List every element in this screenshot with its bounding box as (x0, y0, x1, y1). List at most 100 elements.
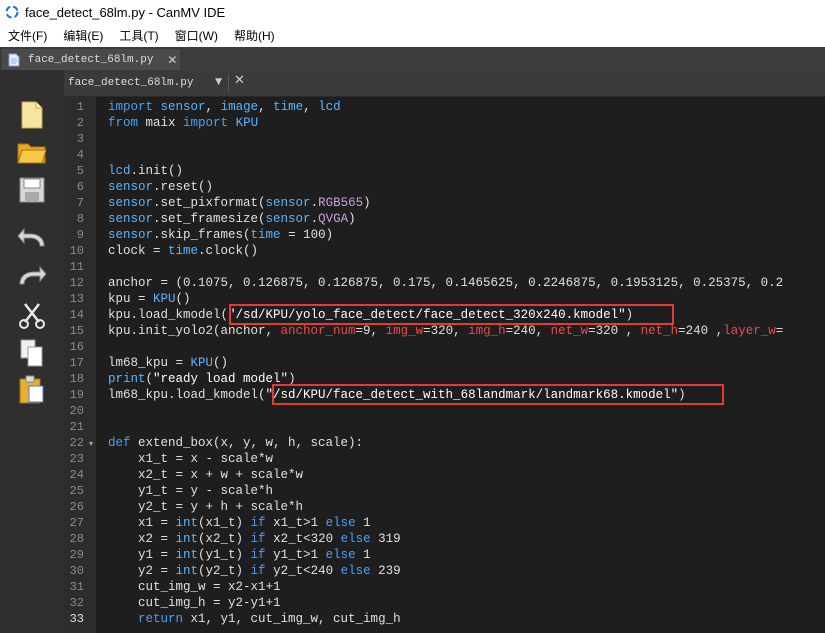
file-tab-bar: face_detect_68lm.py ✕ (0, 47, 825, 70)
line-number: 5 (76, 164, 84, 178)
fold-arrow-icon[interactable]: ▾ (89, 439, 93, 448)
code-line[interactable]: anchor = (0.1075, 0.126875, 0.126875, 0.… (108, 275, 783, 291)
line-number: 23 (69, 452, 84, 466)
code-line[interactable]: cut_img_h = y2-y1+1 (108, 595, 281, 611)
line-number: 4 (76, 148, 84, 162)
document-selector[interactable]: face_detect_68lm.py ▼ (68, 73, 224, 93)
code-line[interactable]: x1 = int(x1_t) if x1_t>1 else 1 (108, 515, 371, 531)
file-tab[interactable]: face_detect_68lm.py ✕ (2, 49, 180, 70)
line-number: 21 (69, 420, 84, 434)
redo-icon (19, 265, 47, 285)
code-line[interactable]: print("ready load model") (108, 371, 296, 387)
line-number: 18 (69, 372, 84, 386)
title-bar: face_detect_68lm.py - CanMV IDE (0, 0, 825, 24)
menu-help[interactable]: 帮助(H) (226, 27, 283, 44)
close-icon[interactable]: ✕ (167, 53, 177, 67)
line-number: 11 (69, 260, 84, 274)
line-number: 14 (69, 308, 84, 322)
line-number: 10 (69, 244, 84, 258)
line-number: 27 (69, 516, 84, 530)
menu-bar: 文件(F) 编辑(E) 工具(T) 窗口(W) 帮助(H) (0, 24, 825, 47)
open-file-button[interactable] (13, 134, 51, 168)
cut-button[interactable] (13, 298, 51, 332)
line-number: 16 (69, 340, 84, 354)
code-line[interactable]: sensor.skip_frames(time = 100) (108, 227, 333, 243)
window-title: face_detect_68lm.py - CanMV IDE (25, 4, 226, 20)
line-number: 6 (76, 180, 84, 194)
line-number: 12 (69, 276, 84, 290)
undo-button[interactable] (13, 222, 51, 256)
new-file-button[interactable] (13, 98, 51, 132)
save-button[interactable] (13, 173, 51, 207)
copy-button[interactable] (13, 336, 51, 370)
code-line[interactable]: import sensor, image, time, lcd (108, 99, 341, 115)
editor-header: face_detect_68lm.py ▼ ✕ (64, 70, 825, 97)
line-number: 3 (76, 132, 84, 146)
line-number-gutter: 1 2 3 4 5 6 7 8 9 10 11 12 13 14 15 16 17 18 19 20 21 22 ▾ 23 24… (64, 97, 96, 633)
code-line[interactable]: x2_t = x + w + scale*w (108, 467, 303, 483)
file-tab-label: face_detect_68lm.py (28, 53, 154, 66)
code-line[interactable]: x2 = int(x2_t) if x2_t<320 else 319 (108, 531, 401, 547)
line-number: 9 (76, 228, 84, 242)
code-line[interactable]: y2 = int(y2_t) if y2_t<240 else 239 (108, 563, 401, 579)
code-line[interactable]: x1_t = x - scale*w (108, 451, 273, 467)
undo-icon (17, 227, 45, 247)
cut-icon (19, 303, 45, 329)
code-line[interactable]: y2_t = y + h + scale*h (108, 499, 303, 515)
canmv-logo-icon (5, 5, 19, 19)
menu-window[interactable]: 窗口(W) (167, 27, 226, 44)
code-line[interactable]: kpu = KPU() (108, 291, 191, 307)
line-number: 8 (76, 212, 84, 226)
header-divider (228, 74, 229, 92)
line-number: 22 (69, 436, 84, 450)
code-line[interactable]: sensor.reset() (108, 179, 213, 195)
line-number: 19 (69, 388, 84, 402)
line-number: 1 (76, 100, 84, 114)
highlight-box (229, 304, 674, 325)
code-line[interactable]: sensor.set_pixformat(sensor.RGB565) (108, 195, 371, 211)
code-line[interactable]: from maix import KPU (108, 115, 258, 131)
line-number: 30 (69, 564, 84, 578)
left-toolbar (0, 70, 64, 633)
document-selector-label: face_detect_68lm.py (68, 77, 194, 89)
highlight-box (272, 384, 724, 405)
redo-button[interactable] (13, 260, 51, 294)
open-folder-icon (17, 143, 47, 164)
line-number: 2 (76, 116, 84, 130)
code-line[interactable]: lm68_kpu = KPU() (108, 355, 228, 371)
chevron-down-icon: ▼ (215, 77, 222, 87)
menu-edit[interactable]: 编辑(E) (55, 27, 111, 44)
copy-icon (20, 339, 43, 367)
code-line[interactable]: lcd.init() (108, 163, 183, 179)
code-line[interactable]: kpu.init_yolo2(anchor, anchor_num=9, img… (108, 323, 783, 339)
code-line[interactable]: clock = time.clock() (108, 243, 258, 259)
document-icon (8, 53, 20, 66)
line-number: 29 (69, 548, 84, 562)
code-line[interactable]: return x1, y1, cut_img_w, cut_img_h (108, 611, 401, 627)
code-line[interactable]: y1_t = y - scale*h (108, 483, 273, 499)
line-number: 7 (76, 196, 84, 210)
line-number: 26 (69, 500, 84, 514)
line-number: 17 (69, 356, 84, 370)
line-number: 13 (69, 292, 84, 306)
menu-file[interactable]: 文件(F) (0, 27, 55, 44)
code-editor[interactable]: import sensor, image, time, lcd from maix… (96, 97, 825, 633)
save-icon (19, 177, 45, 203)
code-line[interactable]: sensor.set_framesize(sensor.QVGA) (108, 211, 356, 227)
line-number: 32 (69, 596, 84, 610)
code-line[interactable]: cut_img_w = x2-x1+1 (108, 579, 281, 595)
paste-button[interactable] (13, 373, 51, 407)
line-number: 33 (69, 612, 84, 626)
line-number: 24 (69, 468, 84, 482)
line-number: 31 (69, 580, 84, 594)
line-number: 28 (69, 532, 84, 546)
close-document-icon[interactable]: ✕ (234, 73, 245, 88)
line-number: 15 (69, 324, 84, 338)
line-number: 25 (69, 484, 84, 498)
code-line[interactable]: def extend_box(x, y, w, h, scale): (108, 435, 363, 451)
line-number: 20 (69, 404, 84, 418)
paste-icon (19, 375, 44, 404)
code-line[interactable]: y1 = int(y1_t) if y1_t>1 else 1 (108, 547, 371, 563)
menu-tools[interactable]: 工具(T) (111, 27, 166, 44)
new-file-icon (21, 101, 43, 129)
